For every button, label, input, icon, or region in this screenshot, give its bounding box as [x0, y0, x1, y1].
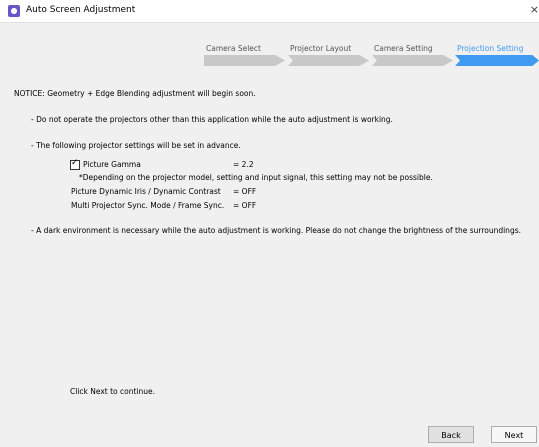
setting-label-picture-gamma: Picture Gamma — [83, 160, 141, 169]
next-button[interactable]: Next — [491, 426, 537, 443]
back-button[interactable]: Back — [428, 426, 474, 443]
step-label: Projection Setting — [457, 44, 524, 53]
window-title: Auto Screen Adjustment — [26, 5, 136, 15]
step-camera-setting: Camera Setting — [372, 44, 456, 66]
app-icon — [8, 5, 20, 17]
step-bar — [455, 55, 539, 66]
setting-label-frame-sync: Multi Projector Sync. Mode / Frame Sync. — [71, 201, 225, 210]
setting-note: *Depending on the projector model, setti… — [79, 173, 433, 182]
step-camera-select: Camera Select — [204, 44, 288, 66]
title-bar: Auto Screen Adjustment × — [0, 0, 539, 23]
picture-gamma-checkbox[interactable] — [70, 158, 80, 170]
setting-value-frame-sync: = OFF — [233, 201, 257, 210]
setting-label-dynamic-iris: Picture Dynamic Iris / Dynamic Contrast — [71, 187, 221, 196]
instruction-line-1: - Do not operate the projectors other th… — [31, 115, 393, 124]
step-bar — [372, 55, 453, 66]
close-icon[interactable]: × — [530, 3, 539, 16]
step-bar — [288, 55, 369, 66]
wizard-steps: Camera Select Projector Layout Camera Se… — [204, 44, 539, 66]
step-label: Projector Layout — [290, 44, 352, 53]
instruction-line-2: - The following projector settings will … — [31, 141, 241, 150]
step-projection-setting: Projection Setting — [455, 44, 539, 66]
step-label: Camera Setting — [374, 44, 433, 53]
notice-text: NOTICE: Geometry + Edge Blending adjustm… — [14, 89, 256, 98]
footer-instruction: Click Next to continue. — [70, 387, 156, 396]
step-projector-layout: Projector Layout — [288, 44, 372, 66]
step-bar — [204, 55, 285, 66]
step-label: Camera Select — [206, 44, 261, 53]
instruction-line-3: - A dark environment is necessary while … — [31, 226, 521, 235]
setting-value-dynamic-iris: = OFF — [233, 187, 257, 196]
setting-value-picture-gamma: = 2.2 — [233, 160, 254, 169]
